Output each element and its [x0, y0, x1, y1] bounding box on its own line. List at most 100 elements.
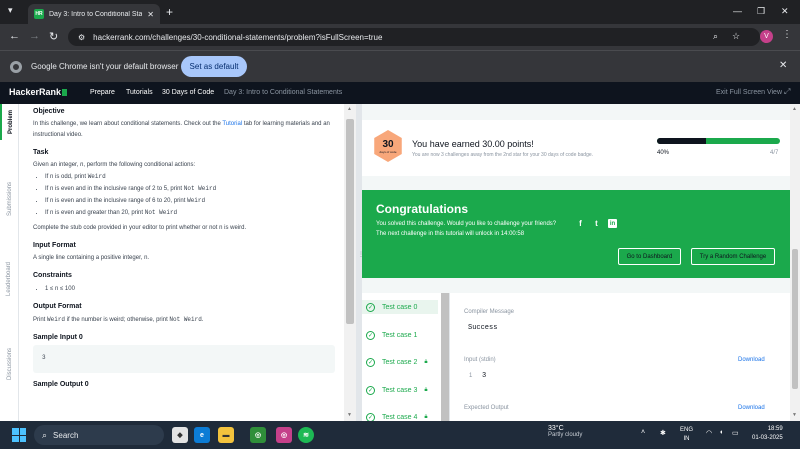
points-earned: You have earned 30.00 points!	[412, 139, 534, 149]
chrome-app-icon[interactable]: ◎	[250, 427, 266, 443]
taskbar-search-label: Search	[53, 430, 79, 440]
compiler-message-value: Success	[468, 324, 498, 332]
address-bar[interactable]: ⚙ hackerrank.com/challenges/30-condition…	[68, 28, 760, 46]
tab-search-icon[interactable]: ▾	[8, 5, 20, 17]
twitter-icon[interactable]: t	[592, 219, 601, 228]
profile-avatar[interactable]: V	[760, 30, 773, 43]
menu-kebab-icon[interactable]: ⋮	[782, 29, 792, 40]
scroll-up-icon[interactable]: ▲	[347, 106, 352, 112]
test-list-scrollbar[interactable]	[441, 293, 449, 421]
nav-link-30-days[interactable]: 30 Days of Code	[162, 89, 214, 96]
badge-progress-bar	[657, 138, 780, 144]
scroll-down-icon[interactable]: ▼	[347, 412, 352, 418]
congrats-title: Congratulations	[376, 202, 468, 216]
check-icon: ✓	[366, 330, 375, 340]
tab-discussions[interactable]: Discussions	[0, 339, 19, 389]
download-output-link[interactable]: Download	[738, 405, 765, 411]
random-challenge-button[interactable]: Try a Random Challenge	[691, 248, 775, 265]
test-case-tab[interactable]: ✓ Test case 1	[366, 328, 417, 342]
wifi-icon[interactable]: ◠	[706, 429, 712, 437]
sample-output-heading: Sample Output 0	[33, 381, 89, 388]
window-close-icon[interactable]: ✕	[781, 6, 789, 17]
go-to-dashboard-button[interactable]: Go to Dashboard	[618, 248, 681, 265]
taskbar-clock[interactable]: 18:59 01-03-2025	[752, 425, 783, 443]
hackerrank-nav: HackerRank Prepare Tutorials 30 Days of …	[0, 82, 800, 104]
scroll-up-icon[interactable]: ▲	[792, 106, 797, 112]
unlock-timer-text: The next challenge in this tutorial will…	[376, 231, 525, 237]
constraints-heading: Constraints	[33, 272, 72, 279]
windows-start-icon[interactable]	[12, 428, 26, 442]
congrats-message: You solved this challenge. Would you lik…	[376, 221, 557, 227]
new-tab-icon[interactable]: +	[166, 5, 173, 19]
breadcrumb: Day 3: Intro to Conditional Statements	[224, 89, 343, 96]
problem-panel: Objective In this challenge, we learn ab…	[19, 104, 344, 421]
tray-expand-icon[interactable]: ˄	[641, 429, 645, 436]
chrome-profile-app-icon[interactable]: ◎	[276, 427, 292, 443]
bookmark-star-icon[interactable]: ☆	[732, 31, 740, 42]
expected-output-label: Expected Output	[464, 405, 509, 411]
restore-icon[interactable]: ❐	[757, 6, 765, 17]
reload-icon[interactable]: ↻	[49, 30, 58, 43]
scrollbar-thumb[interactable]	[792, 249, 798, 389]
expand-icon[interactable]: ⤢	[784, 87, 790, 97]
badge-number: 30	[382, 138, 394, 150]
zoom-icon[interactable]: ⌕	[713, 31, 718, 42]
lock-icon: 🔒︎	[424, 386, 428, 393]
copilot-icon[interactable]: ◆	[172, 427, 188, 443]
edge-browser-icon[interactable]: e	[194, 427, 210, 443]
output-format-heading: Output Format	[33, 303, 82, 310]
scroll-down-icon[interactable]: ▼	[792, 412, 797, 418]
minimize-icon[interactable]: —	[733, 6, 742, 16]
check-icon: ✓	[366, 385, 375, 395]
chrome-logo-icon	[10, 61, 22, 73]
download-input-link[interactable]: Download	[738, 357, 765, 363]
scrollbar-thumb[interactable]	[441, 293, 449, 421]
scrollbar-thumb[interactable]	[346, 119, 354, 324]
progress-count: 4/7	[770, 150, 779, 156]
task-intro: Given an integer, n, perform the followi…	[33, 162, 196, 168]
set-as-default-button[interactable]: Set as default	[181, 56, 247, 77]
progress-fill	[657, 138, 707, 144]
back-icon[interactable]: ←	[9, 30, 20, 42]
forward-icon[interactable]: →	[29, 30, 40, 42]
infobar-message: Google Chrome isn't your default browser	[31, 62, 179, 71]
file-explorer-icon[interactable]: ▬	[218, 427, 234, 443]
taskbar-search[interactable]: ⌕ Search	[34, 425, 164, 445]
hackerrank-logo[interactable]: HackerRank	[9, 87, 68, 97]
spotify-icon[interactable]: ≋	[298, 427, 314, 443]
objective-heading: Objective	[33, 108, 65, 115]
problem-scrollbar[interactable]: ▲ ▼	[344, 104, 356, 421]
input-label: Input (stdin)	[464, 357, 496, 363]
tab-close-icon[interactable]: ✕	[147, 10, 154, 19]
page-scrollbar[interactable]: ▲ ▼	[790, 104, 800, 421]
browser-tab[interactable]: HR Day 3: Intro to Conditional State ✕	[28, 4, 160, 24]
infobar-close-icon[interactable]: ✕	[779, 60, 787, 71]
browser-toolbar: ← → ↻ ⚙ hackerrank.com/challenges/30-con…	[0, 24, 800, 50]
tab-leaderboard[interactable]: Leaderboard	[0, 254, 19, 304]
battery-icon[interactable]: ▭	[732, 429, 739, 437]
exit-full-screen-link[interactable]: Exit Full Screen View	[716, 89, 782, 96]
nav-link-tutorials[interactable]: Tutorials	[126, 89, 153, 96]
site-info-icon[interactable]: ⚙	[78, 33, 85, 42]
test-case-tab[interactable]: ✓ Test case 3 🔒︎	[366, 383, 428, 397]
test-case-tab[interactable]: ✓ Test case 2 🔒︎	[366, 355, 428, 369]
linkedin-icon[interactable]: in	[608, 219, 617, 228]
facebook-icon[interactable]: f	[576, 219, 585, 228]
language-indicator[interactable]: ENG IN	[680, 426, 693, 444]
weather-condition: Partly cloudy	[548, 432, 583, 438]
sample-input-heading: Sample Input 0	[33, 334, 83, 341]
badge-subtitle: days of code	[379, 149, 397, 154]
constraints-list: 1 ≤ n ≤ 100	[45, 283, 335, 295]
list-item: If n is even and in the inclusive range …	[45, 183, 335, 195]
test-case-tab[interactable]: ✓ Test case 0	[362, 300, 438, 314]
weather-widget[interactable]: 33°C Partly cloudy	[548, 425, 582, 438]
hackerrank-favicon-icon: HR	[34, 9, 44, 19]
tab-problem[interactable]: Problem	[0, 104, 19, 140]
tab-submissions[interactable]: Submissions	[0, 174, 19, 224]
weather-temp: 33°C	[548, 425, 564, 432]
volume-icon[interactable]: ◖	[719, 429, 723, 436]
nav-link-prepare[interactable]: Prepare	[90, 89, 115, 96]
bluetooth-icon[interactable]: ✱	[660, 429, 666, 437]
lock-icon: 🔒︎	[424, 413, 428, 420]
tutorial-link[interactable]: Tutorial	[222, 121, 242, 127]
